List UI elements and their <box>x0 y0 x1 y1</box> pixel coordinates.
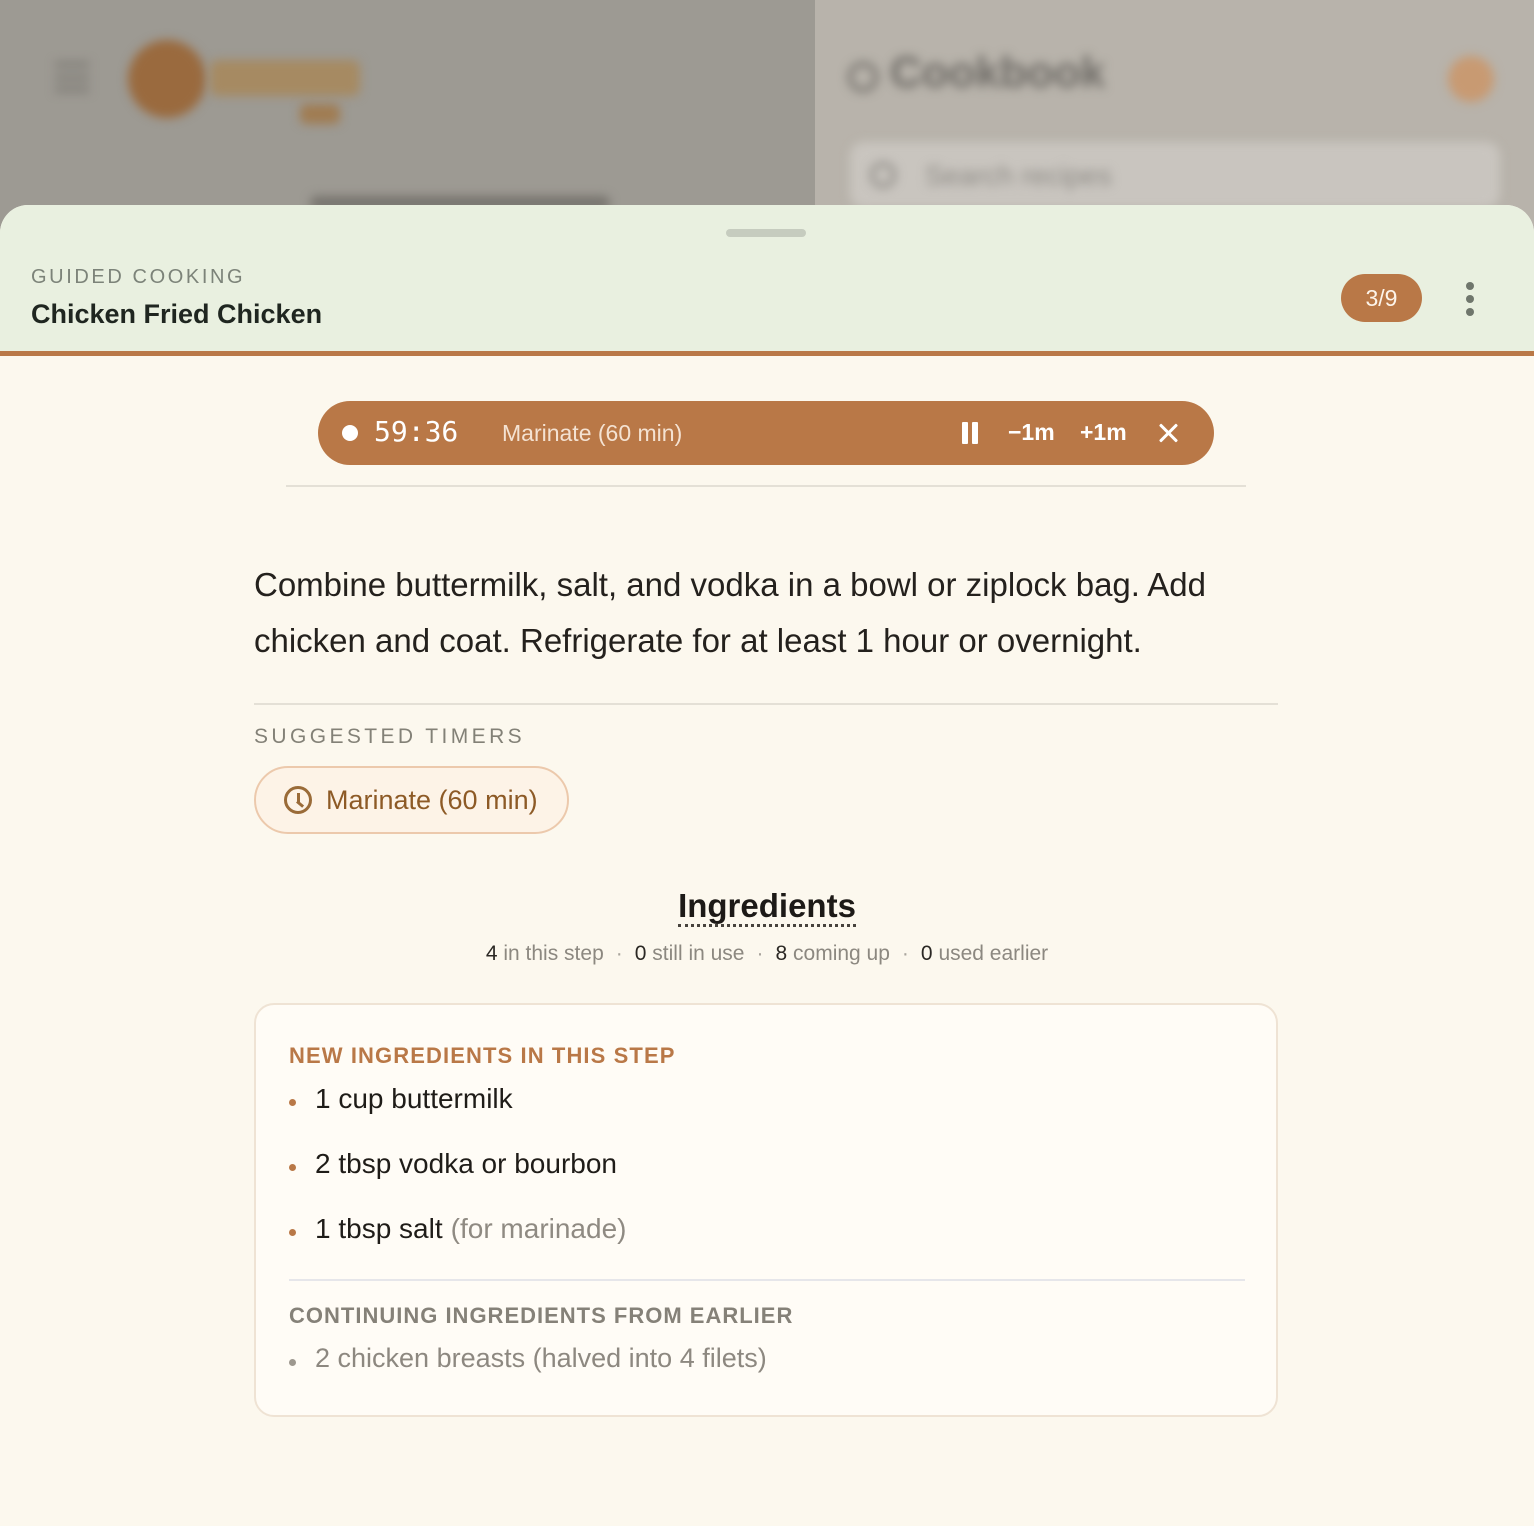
list-item: 1 tbsp salt (for marinade) <box>289 1213 1249 1278</box>
bullet-icon <box>289 1359 296 1366</box>
active-timer-bar: 59:36 Marinate (60 min) −1m +1m <box>318 401 1214 465</box>
drag-handle[interactable] <box>726 229 806 237</box>
continuing-ingredients-heading: CONTINUING INGREDIENTS FROM EARLIER <box>289 1303 794 1328</box>
stat-count: 0 <box>920 942 933 965</box>
divider <box>286 485 1246 487</box>
separator: · <box>901 942 909 965</box>
stat-count: 8 <box>775 942 788 965</box>
search-icon <box>870 162 896 188</box>
stat-label: coming up <box>793 942 890 965</box>
ingredient-text: 2 tbsp vodka or bourbon <box>315 1148 617 1179</box>
more-dot-icon <box>1466 295 1474 303</box>
background-title: Cookbook <box>890 48 1106 97</box>
logo-subicon <box>300 104 340 124</box>
logo-icon <box>128 40 206 118</box>
background-app: Cookbook Search recipes <box>0 0 1534 240</box>
logo-wordmark <box>210 60 360 96</box>
background-search-placeholder: Search recipes <box>925 160 1112 191</box>
ingredient-text: 1 cup buttermilk <box>315 1083 513 1114</box>
stat-label: in this step <box>503 942 604 965</box>
ingredients-card: NEW INGREDIENTS IN THIS STEP 1 cup butte… <box>254 1003 1278 1417</box>
ingredients-heading-row: Ingredients <box>0 887 1534 927</box>
more-dot-icon <box>1466 282 1474 290</box>
stat-count: 4 <box>485 942 498 965</box>
ingredient-text: 2 chicken breasts (halved into 4 filets) <box>315 1343 767 1373</box>
suggested-timer-label: Marinate (60 min) <box>326 784 538 815</box>
clock-icon <box>284 786 312 814</box>
sheet-header: GUIDED COOKING Chicken Fried Chicken 3/9 <box>0 205 1534 356</box>
more-dot-icon <box>1466 308 1474 316</box>
bullet-icon <box>289 1164 296 1171</box>
suggested-timer-chip[interactable]: Marinate (60 min) <box>254 766 569 834</box>
step-indicator-badge[interactable]: 3/9 <box>1341 274 1422 322</box>
cookbook-icon <box>848 62 878 92</box>
ingredient-stats: 4 in this step · 0 still in use · 8 coming u… <box>0 942 1534 966</box>
stat-label: still in use <box>652 942 745 965</box>
ingredient-note: (for marinade) <box>450 1213 627 1244</box>
timer-running-indicator <box>342 425 358 441</box>
divider <box>254 703 1278 705</box>
timer-time: 59:36 <box>374 415 459 448</box>
suggested-timers-heading: SUGGESTED TIMERS <box>254 725 526 748</box>
list-item: 1 cup buttermilk <box>289 1083 1249 1148</box>
bullet-icon <box>289 1099 296 1106</box>
new-ingredients-list: 1 cup buttermilk 2 tbsp vodka or bourbon… <box>289 1083 1249 1278</box>
step-instruction: Combine buttermilk, salt, and vodka in a… <box>254 566 1207 659</box>
guided-cooking-sheet: GUIDED COOKING Chicken Fried Chicken 3/9… <box>0 205 1534 1526</box>
recipe-title: Chicken Fried Chicken <box>31 299 323 329</box>
avatar <box>1448 56 1494 102</box>
new-ingredients-heading: NEW INGREDIENTS IN THIS STEP <box>289 1043 676 1068</box>
stat-count: 0 <box>634 942 647 965</box>
sheet-eyebrow: GUIDED COOKING <box>31 266 246 288</box>
list-item: 2 tbsp vodka or bourbon <box>289 1148 1249 1213</box>
timer-label: Marinate (60 min) <box>502 420 683 446</box>
menu-icon <box>55 62 89 92</box>
close-icon[interactable] <box>1156 421 1180 445</box>
separator: · <box>615 942 623 965</box>
separator: · <box>756 942 764 965</box>
ingredient-text: 1 tbsp salt <box>315 1213 443 1244</box>
timer-minus-button[interactable]: −1m <box>1008 419 1055 446</box>
ingredients-heading[interactable]: Ingredients <box>678 887 856 927</box>
pause-icon[interactable] <box>960 422 980 444</box>
bullet-icon <box>289 1229 296 1236</box>
more-options-button[interactable] <box>1452 277 1488 321</box>
stat-label: used earlier <box>938 942 1049 965</box>
divider <box>289 1279 1245 1281</box>
timer-plus-button[interactable]: +1m <box>1080 419 1127 446</box>
list-item: 2 chicken breasts (halved into 4 filets) <box>289 1343 767 1374</box>
